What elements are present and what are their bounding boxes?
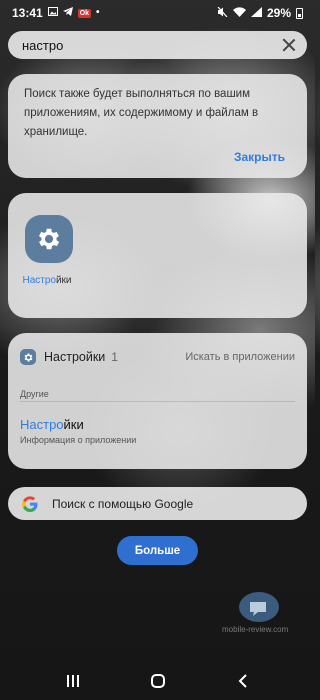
search-in-app-button[interactable]: Искать в приложении (185, 351, 295, 363)
back-button[interactable] (223, 666, 263, 696)
mute-icon (217, 6, 228, 20)
battery-percent: 29% (266, 6, 291, 20)
more-button[interactable]: Больше (117, 536, 198, 565)
recent-apps-button[interactable] (53, 666, 93, 696)
apps-results-card: Настройки (8, 193, 307, 318)
close-notice-button[interactable]: Закрыть (234, 150, 285, 164)
section-label-other: Другие (20, 389, 49, 399)
google-search-button[interactable]: Поиск с помощью Google (8, 487, 307, 520)
app-label-settings: Настройки (18, 275, 76, 286)
status-time: 13:41 (12, 6, 43, 20)
result-item-rest: йки (63, 417, 84, 432)
google-search-label: Поиск с помощью Google (52, 496, 194, 511)
result-item-match: Настро (20, 417, 64, 432)
results-count: 1 (111, 350, 118, 364)
settings-small-gear-icon (20, 349, 36, 365)
back-icon (238, 674, 247, 688)
results-header: Настройки 1 Искать в приложении (20, 349, 295, 365)
gallery-icon (47, 7, 58, 19)
watermark-logo-icon (239, 592, 279, 622)
result-item-subtitle: Информация о приложении (20, 435, 137, 445)
home-button[interactable] (138, 666, 178, 696)
watermark: mobile-review.com (222, 590, 292, 636)
battery-icon (296, 7, 303, 19)
search-bar (8, 31, 307, 59)
settings-results-card: Настройки 1 Искать в приложении Другие Н… (8, 333, 307, 469)
telegram-icon (62, 7, 73, 19)
ok-badge: Ok (77, 8, 92, 18)
dot-icon: • (96, 7, 100, 18)
signal-icon (250, 6, 262, 20)
result-item-settings[interactable]: Настройки Информация о приложении (20, 417, 136, 445)
status-bar: 13:41 Ok • 29% (0, 0, 315, 26)
wifi-icon (232, 6, 246, 20)
watermark-text: mobile-review.com (222, 625, 289, 634)
app-tile-settings[interactable]: Настройки (22, 215, 76, 286)
status-right: 29% (217, 6, 303, 20)
clear-search-icon[interactable] (281, 37, 297, 53)
section-divider (20, 401, 295, 402)
search-notice-card: Поиск также будет выполняться по вашим п… (8, 74, 307, 178)
google-icon (22, 495, 38, 512)
app-label-match: Настро (22, 275, 56, 286)
recent-apps-icon (66, 675, 79, 687)
gear-icon (25, 215, 73, 263)
navigation-bar (0, 662, 315, 700)
app-label-rest: йки (55, 275, 72, 286)
result-item-title: Настройки (20, 417, 136, 432)
search-input[interactable] (22, 37, 281, 53)
results-app-title: Настройки (44, 350, 106, 364)
notice-text: Поиск также будет выполняться по вашим п… (24, 88, 259, 138)
home-icon (150, 674, 165, 688)
status-left: 13:41 Ok • (12, 6, 100, 20)
